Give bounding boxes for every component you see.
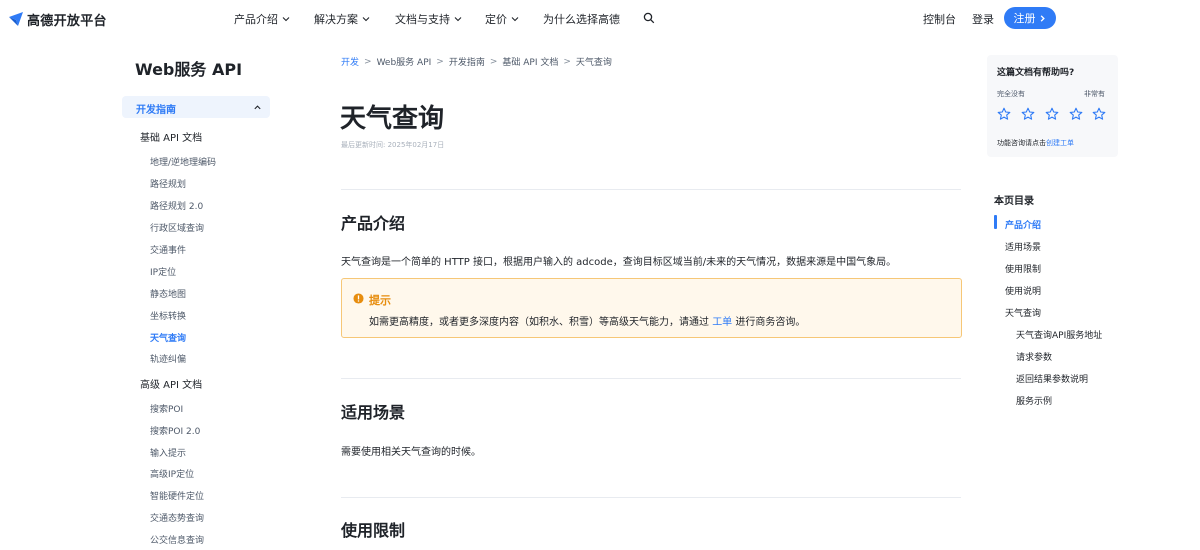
breadcrumb: 开发 > Web服务 API > 开发指南 > 基础 API 文档 > 天气查询 (341, 55, 612, 69)
toc-item-example[interactable]: 服务示例 (1016, 394, 1052, 407)
toc-item-intro[interactable]: 产品介绍 (1005, 218, 1041, 231)
ticket-link[interactable]: 工单 (712, 317, 732, 328)
section-heading-scenarios: 适用场景 (341, 403, 406, 422)
chevron-down-icon (282, 17, 290, 22)
nav-pricing-label: 定价 (485, 13, 507, 26)
star-icon[interactable] (1045, 107, 1059, 121)
section-heading-intro: 产品介绍 (341, 214, 406, 233)
breadcrumb-separator-icon: > (364, 56, 372, 67)
toc-item-request-params[interactable]: 请求参数 (1016, 350, 1052, 363)
sidebar-item-route-planning-2[interactable]: 路径规划 2.0 (150, 199, 203, 212)
nav-products[interactable]: 产品介绍 (234, 11, 291, 27)
tip-text-after: 进行商务咨询。 (735, 317, 806, 328)
create-ticket-link[interactable]: 创建工单 (1046, 139, 1074, 147)
tip-callout: 提示 如需更高精度，或者更多深度内容（如积水、积雪）等高级天气能力，请通过 工单… (341, 278, 962, 338)
search-icon[interactable] (643, 12, 655, 24)
top-navigation: 高德开放平台 产品介绍 解决方案 文档与支持 定价 为什么选择高德 控制台 登录… (0, 0, 1200, 37)
last-updated: 最后更新时间: 2025年02月17日 (341, 141, 445, 149)
info-icon (353, 293, 364, 304)
sidebar-item-bus-info[interactable]: 公交信息查询 (150, 533, 204, 546)
sidebar-item-advanced-ip[interactable]: 高级IP定位 (150, 467, 194, 480)
sidebar-section-label: 开发指南 (136, 105, 176, 116)
tip-text-before: 如需更高精度，或者更多深度内容（如积水、积雪）等高级天气能力，请通过 (369, 317, 709, 328)
breadcrumb-item[interactable]: Web服务 API (377, 55, 432, 68)
breadcrumb-separator-icon: > (436, 56, 444, 67)
toc-item-limits[interactable]: 使用限制 (1005, 262, 1041, 275)
feedback-help: 功能咨询请点击创建工单 (997, 138, 1074, 148)
sidebar-title: Web服务 API (135, 60, 243, 79)
chevron-right-icon (1040, 14, 1045, 22)
feedback-low-label: 完全没有 (997, 90, 1025, 98)
toc-item-weather[interactable]: 天气查询 (1005, 306, 1041, 319)
sidebar-item-search-poi[interactable]: 搜索POI (150, 402, 183, 415)
divider (341, 189, 961, 190)
chevron-down-icon (362, 17, 370, 22)
sidebar-item-traffic-events[interactable]: 交通事件 (150, 243, 186, 256)
nav-docs[interactable]: 文档与支持 (395, 11, 463, 27)
nav-products-label: 产品介绍 (234, 13, 278, 26)
logo-text: 高德开放平台 (27, 13, 107, 29)
toc-item-response-params[interactable]: 返回结果参数说明 (1016, 372, 1088, 385)
sidebar-group-advanced-api[interactable]: 高级 API 文档 (140, 376, 202, 391)
sidebar-item-smart-hardware[interactable]: 智能硬件定位 (150, 489, 204, 502)
toc-item-api-url[interactable]: 天气查询API服务地址 (1016, 328, 1102, 341)
sidebar-section-dev-guide[interactable]: 开发指南 (122, 96, 270, 118)
feedback-title: 这篇文档有帮助吗? (997, 68, 1075, 78)
feedback-help-text: 功能咨询请点击 (997, 139, 1046, 147)
sidebar-item-ip-location[interactable]: IP定位 (150, 265, 176, 278)
page-title: 天气查询 (340, 104, 445, 134)
register-button[interactable]: 注册 (1004, 7, 1056, 29)
breadcrumb-item[interactable]: 基础 API 文档 (502, 55, 558, 68)
toc-title: 本页目录 (994, 196, 1034, 207)
tip-body: 如需更高精度，或者更多深度内容（如积水、积雪）等高级天气能力，请通过 工单 进行… (369, 313, 805, 328)
toc-active-indicator (994, 215, 997, 229)
star-icon[interactable] (1069, 107, 1083, 121)
star-icon[interactable] (997, 107, 1011, 121)
chevron-down-icon (511, 17, 519, 22)
divider (341, 497, 961, 498)
sidebar-item-coord-convert[interactable]: 坐标转换 (150, 309, 186, 322)
logo[interactable]: 高德开放平台 (8, 10, 107, 29)
chevron-down-icon (454, 17, 462, 22)
login-link[interactable]: 登录 (972, 11, 994, 27)
register-label: 注册 (1013, 12, 1036, 25)
feedback-high-label: 非常有 (1084, 90, 1105, 98)
section-text-intro: 天气查询是一个简单的 HTTP 接口，根据用户输入的 adcode，查询目标区域… (341, 257, 897, 268)
sidebar-item-weather[interactable]: 天气查询 (150, 331, 186, 344)
tip-title: 提示 (369, 294, 391, 307)
toc-item-instructions[interactable]: 使用说明 (1005, 284, 1041, 297)
sidebar-group-basic-api[interactable]: 基础 API 文档 (140, 129, 202, 144)
breadcrumb-item[interactable]: 开发指南 (449, 55, 485, 68)
nav-pricing[interactable]: 定价 (485, 11, 520, 27)
logo-icon (9, 12, 23, 26)
toc-item-scenarios[interactable]: 适用场景 (1005, 240, 1041, 253)
nav-solutions[interactable]: 解决方案 (314, 11, 371, 27)
sidebar-item-traffic-status[interactable]: 交通态势查询 (150, 511, 204, 524)
sidebar-item-static-map[interactable]: 静态地图 (150, 287, 186, 300)
feedback-card: 这篇文档有帮助吗? 完全没有 非常有 功能咨询请点击创建工单 (987, 55, 1118, 157)
breadcrumb-item[interactable]: 开发 (341, 55, 359, 68)
nav-docs-label: 文档与支持 (395, 13, 450, 26)
divider (341, 378, 961, 379)
section-text-scenarios: 需要使用相关天气查询的时候。 (341, 447, 481, 458)
star-icon[interactable] (1021, 107, 1035, 121)
breadcrumb-separator-icon: > (563, 56, 571, 67)
chevron-up-icon (254, 105, 261, 110)
sidebar-item-input-tips[interactable]: 输入提示 (150, 446, 186, 459)
star-icon[interactable] (1092, 107, 1106, 121)
nav-why-amap[interactable]: 为什么选择高德 (543, 11, 620, 27)
sidebar-item-route-planning[interactable]: 路径规划 (150, 177, 186, 190)
nav-solutions-label: 解决方案 (314, 13, 358, 26)
sidebar-item-geocoding[interactable]: 地理/逆地理编码 (150, 155, 216, 168)
console-link[interactable]: 控制台 (923, 11, 956, 27)
sidebar-item-search-poi-2[interactable]: 搜索POI 2.0 (150, 424, 200, 437)
sidebar-item-district-query[interactable]: 行政区域查询 (150, 221, 204, 234)
breadcrumb-current: 天气查询 (575, 58, 612, 68)
nav-why-amap-label: 为什么选择高德 (543, 13, 620, 26)
breadcrumb-separator-icon: > (489, 56, 498, 67)
section-heading-limits: 使用限制 (341, 521, 406, 540)
sidebar-item-track-correction[interactable]: 轨迹纠偏 (150, 352, 186, 365)
